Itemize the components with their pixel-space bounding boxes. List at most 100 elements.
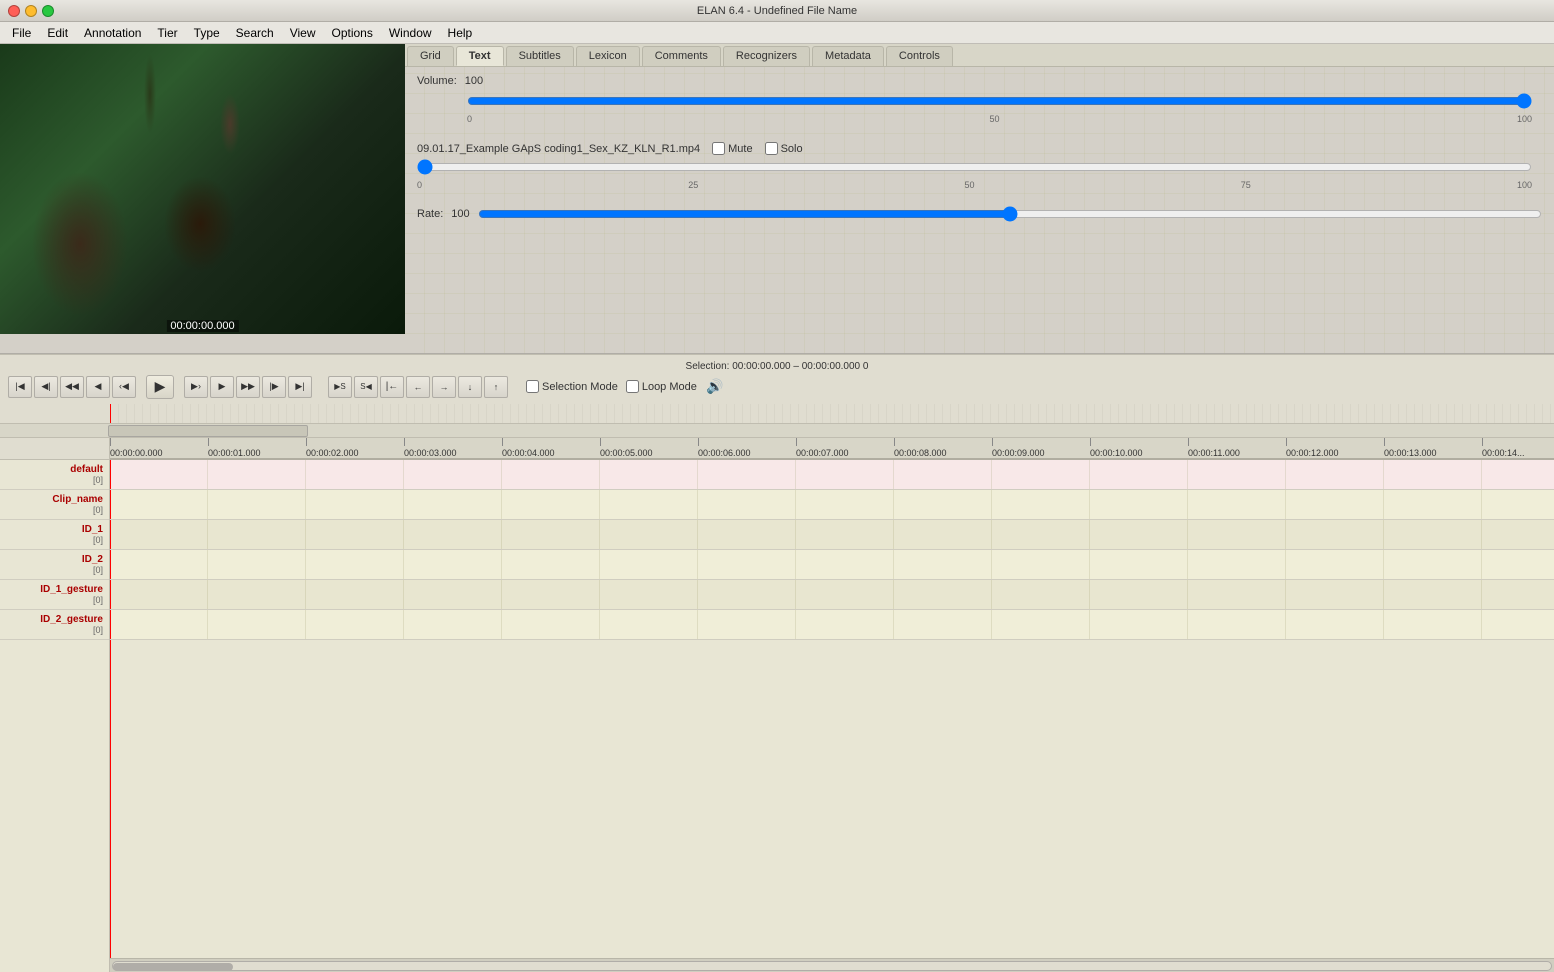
time-tick-13: 00:00:13.000 bbox=[1384, 438, 1437, 458]
play-button[interactable]: ▶ bbox=[146, 375, 174, 399]
tick-label-1: 00:00:01.000 bbox=[208, 448, 261, 458]
time-tick-8: 00:00:08.000 bbox=[894, 438, 947, 458]
prev-annotation-button[interactable]: ◀| bbox=[34, 376, 58, 398]
top-area: 00:00:00.000 Grid Text Subtitles Lexicon… bbox=[0, 44, 1554, 354]
waveform-display bbox=[110, 404, 1554, 423]
prev-scroll-button[interactable]: ‹◀ bbox=[112, 376, 136, 398]
arrow-right-button[interactable]: → bbox=[432, 376, 456, 398]
tick-line-2 bbox=[306, 438, 307, 446]
menu-item-view[interactable]: View bbox=[282, 24, 324, 42]
track-row-clipname[interactable] bbox=[110, 490, 1554, 520]
media-volume-slider[interactable] bbox=[417, 159, 1532, 175]
mute-label[interactable]: Mute bbox=[712, 142, 752, 155]
next-annotation-button[interactable]: |▶ bbox=[262, 376, 286, 398]
menu-item-window[interactable]: Window bbox=[381, 24, 440, 42]
timeline-area: default [0] Clip_name [0] ID_1 [0] ID_2 … bbox=[0, 404, 1554, 972]
close-button[interactable] bbox=[8, 5, 20, 17]
time-tick-6: 00:00:06.000 bbox=[698, 438, 751, 458]
step-back-button[interactable]: ◀◀ bbox=[60, 376, 84, 398]
arrow-left-button[interactable]: ← bbox=[406, 376, 430, 398]
tick-line-14 bbox=[1482, 438, 1483, 446]
tab-grid[interactable]: Grid bbox=[407, 46, 454, 66]
horizontal-scrollbar[interactable] bbox=[110, 958, 1554, 972]
loop-mode-label[interactable]: Loop Mode bbox=[626, 380, 697, 393]
solo-label[interactable]: Solo bbox=[765, 142, 803, 155]
track-row-id1gesture[interactable] bbox=[110, 580, 1554, 610]
frame-forward-button[interactable]: ▶ bbox=[210, 376, 234, 398]
track-row-id2[interactable] bbox=[110, 550, 1554, 580]
tick-line-4 bbox=[502, 438, 503, 446]
tick-label-11: 00:00:11.000 bbox=[1188, 448, 1240, 458]
go-to-end-button[interactable]: ▶| bbox=[288, 376, 312, 398]
mute-checkbox[interactable] bbox=[712, 142, 725, 155]
volume-slider[interactable] bbox=[467, 93, 1532, 109]
waveform-strip bbox=[0, 404, 1554, 424]
titlebar: ELAN 6.4 - Undefined File Name bbox=[0, 0, 1554, 22]
end-selection-button[interactable]: S◀ bbox=[354, 376, 378, 398]
track-label-id2: ID_2 [0] bbox=[0, 550, 109, 580]
arrow-up-button[interactable]: ↑ bbox=[484, 376, 508, 398]
transport-buttons: |◀ ◀| ◀◀ ◀ ‹◀ ▶ ▶› ▶ ▶▶ |▶ ▶| ▶S S◀ |← ←… bbox=[0, 375, 1554, 399]
tick-label-5: 00:00:05.000 bbox=[600, 448, 653, 458]
tick-line-6 bbox=[698, 438, 699, 446]
track-label-default: default [0] bbox=[0, 460, 109, 490]
tab-metadata[interactable]: Metadata bbox=[812, 46, 884, 66]
minimize-button[interactable] bbox=[25, 5, 37, 17]
timeline-scroll-container[interactable]: 00:00:00.00000:00:01.00000:00:02.00000:0… bbox=[110, 438, 1554, 972]
tab-lexicon[interactable]: Lexicon bbox=[576, 46, 640, 66]
track-row-default[interactable] bbox=[110, 460, 1554, 490]
rate-row: Rate: 100 bbox=[417, 204, 1542, 224]
track-label-id1gesture: ID_1_gesture [0] bbox=[0, 580, 109, 610]
menu-item-edit[interactable]: Edit bbox=[39, 24, 76, 42]
media-tick-0: 0 bbox=[417, 180, 422, 190]
tick-line-13 bbox=[1384, 438, 1385, 446]
menu-item-search[interactable]: Search bbox=[228, 24, 282, 42]
menu-item-options[interactable]: Options bbox=[324, 24, 381, 42]
volume-value: 100 bbox=[465, 75, 483, 87]
next-scroll-button[interactable]: ▶› bbox=[184, 376, 208, 398]
volume-row: Volume: 100 bbox=[417, 75, 1542, 87]
track-row-id2gesture[interactable] bbox=[110, 610, 1554, 640]
menu-item-file[interactable]: File bbox=[4, 24, 39, 42]
zoom-strip bbox=[0, 424, 1554, 438]
waveform-playhead bbox=[110, 404, 111, 423]
tick-label-3: 00:00:03.000 bbox=[404, 448, 457, 458]
arrow-down-button[interactable]: ↓ bbox=[458, 376, 482, 398]
transport-area: Selection: 00:00:00.000 – 00:00:00.000 0… bbox=[0, 354, 1554, 404]
controls-content: Volume: 100 0 50 100 09.01.17_Example GA… bbox=[405, 67, 1554, 353]
menu-item-type[interactable]: Type bbox=[186, 24, 228, 42]
step-forward-button[interactable]: ▶▶ bbox=[236, 376, 260, 398]
go-to-start-button[interactable]: |◀ bbox=[8, 376, 32, 398]
tick-line-5 bbox=[600, 438, 601, 446]
selection-mode-label[interactable]: Selection Mode bbox=[526, 380, 618, 393]
track-label-id1: ID_1 [0] bbox=[0, 520, 109, 550]
maximize-button[interactable] bbox=[42, 5, 54, 17]
loop-mode-checkbox[interactable] bbox=[626, 380, 639, 393]
speaker-icon[interactable]: 🔊 bbox=[705, 377, 725, 397]
volume-slider-area: 0 50 100 bbox=[467, 93, 1532, 124]
menu-item-help[interactable]: Help bbox=[440, 24, 481, 42]
media-tick-25: 25 bbox=[688, 180, 698, 190]
tick-line-11 bbox=[1188, 438, 1189, 446]
main-container: 00:00:00.000 Grid Text Subtitles Lexicon… bbox=[0, 44, 1554, 972]
tab-controls[interactable]: Controls bbox=[886, 46, 953, 66]
menu-item-annotation[interactable]: Annotation bbox=[76, 24, 149, 42]
begin-selection-button[interactable]: ▶S bbox=[328, 376, 352, 398]
solo-checkbox[interactable] bbox=[765, 142, 778, 155]
zoom-thumb[interactable] bbox=[108, 425, 308, 437]
selection-info: Selection: 00:00:00.000 – 00:00:00.000 0 bbox=[0, 361, 1554, 372]
time-tick-0: 00:00:00.000 bbox=[110, 438, 163, 458]
media-tick-50: 50 bbox=[964, 180, 974, 190]
tab-text[interactable]: Text bbox=[456, 46, 504, 66]
selection-mode-checkbox[interactable] bbox=[526, 380, 539, 393]
scrollbar-thumb[interactable] bbox=[113, 963, 233, 971]
menu-item-tier[interactable]: Tier bbox=[149, 24, 185, 42]
center-selection-button[interactable]: |← bbox=[380, 376, 404, 398]
track-row-id1[interactable] bbox=[110, 520, 1554, 550]
tab-subtitles[interactable]: Subtitles bbox=[506, 46, 574, 66]
frame-back-button[interactable]: ◀ bbox=[86, 376, 110, 398]
time-tick-9: 00:00:09.000 bbox=[992, 438, 1045, 458]
tab-comments[interactable]: Comments bbox=[642, 46, 721, 66]
tab-recognizers[interactable]: Recognizers bbox=[723, 46, 810, 66]
rate-slider[interactable] bbox=[478, 206, 1542, 222]
